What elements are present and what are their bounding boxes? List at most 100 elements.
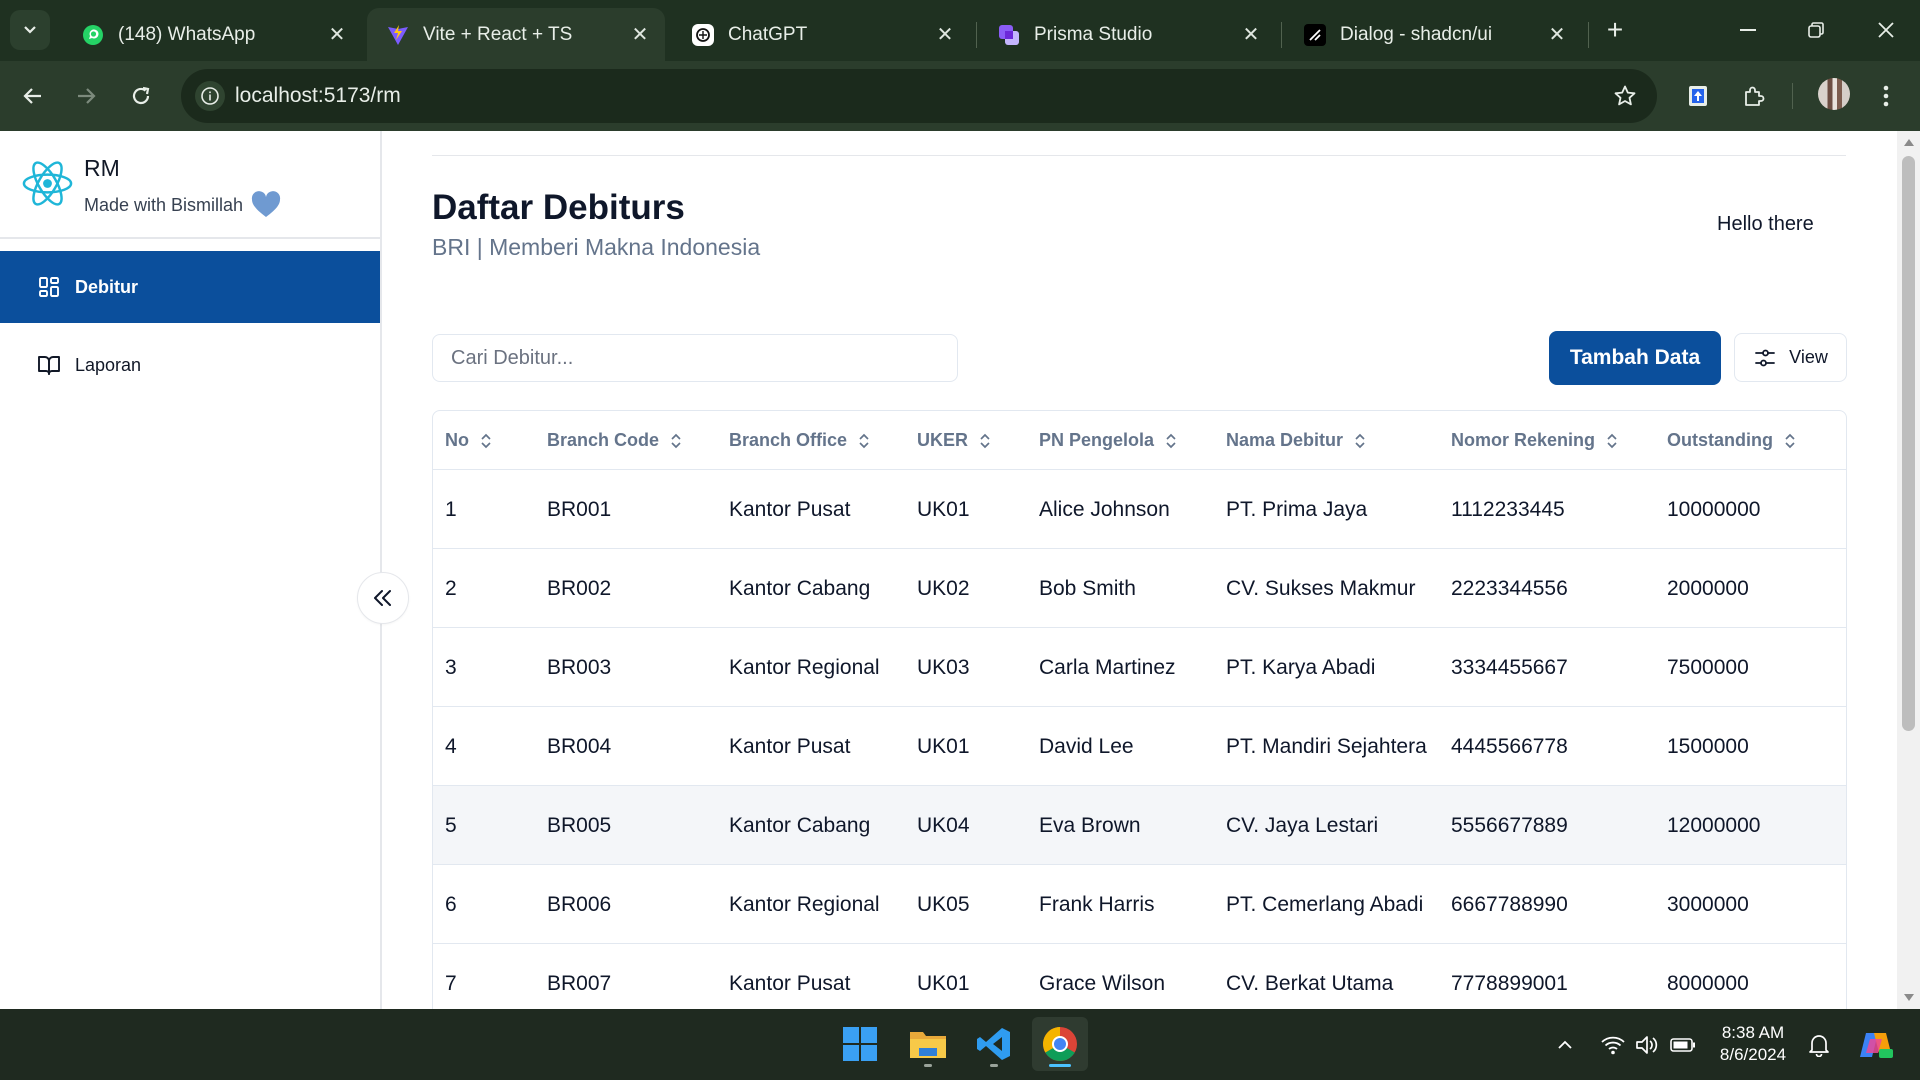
close-tab-icon[interactable]: ✕ xyxy=(1240,24,1262,46)
app-tagline: Made with Bismillah xyxy=(84,191,281,219)
browser-tab-shadcn[interactable]: Dialog - shadcn/ui ✕ xyxy=(1284,8,1582,61)
active-indicator xyxy=(1049,1064,1071,1067)
sort-icon xyxy=(980,433,990,448)
sort-icon xyxy=(1607,433,1617,448)
extension-upload-icon[interactable] xyxy=(1680,78,1716,114)
battery-icon[interactable] xyxy=(1670,1032,1696,1058)
forward-button[interactable] xyxy=(68,78,104,114)
taskbar-file-explorer[interactable] xyxy=(900,1017,956,1071)
reload-button[interactable] xyxy=(123,78,159,114)
sidebar-item-laporan[interactable]: Laporan xyxy=(0,329,380,401)
table-header: No Branch Code Branch Office UKER PN Pen… xyxy=(433,411,1846,470)
cell-uker: UK02 xyxy=(917,576,970,600)
arrow-left-icon xyxy=(23,88,41,104)
cell-outstanding: 3000000 xyxy=(1667,892,1749,916)
browser-tab-prisma[interactable]: Prisma Studio ✕ xyxy=(978,8,1276,61)
tab-search-button[interactable] xyxy=(10,10,50,50)
close-tab-icon[interactable]: ✕ xyxy=(629,24,651,46)
cell-branch-office: Kantor Pusat xyxy=(729,734,851,758)
column-header-outstanding[interactable]: Outstanding xyxy=(1667,411,1797,470)
taskbar-vscode[interactable] xyxy=(966,1017,1022,1071)
restore-button[interactable] xyxy=(1796,12,1836,48)
add-data-button[interactable]: Tambah Data xyxy=(1549,331,1721,385)
browser-tab-vite[interactable]: Vite + React + TS ✕ xyxy=(367,8,665,61)
column-header-branch-code[interactable]: Branch Code xyxy=(547,411,683,470)
vscode-icon xyxy=(977,1028,1010,1060)
scroll-up-icon[interactable] xyxy=(1904,139,1914,146)
column-header-nama-debitur[interactable]: Nama Debitur xyxy=(1226,411,1367,470)
table-row[interactable]: 5 BR005 Kantor Cabang UK04 Eva Brown CV.… xyxy=(433,786,1846,865)
show-hidden-icons-button[interactable] xyxy=(1552,1032,1578,1058)
cell-branch-code: BR001 xyxy=(547,497,612,521)
taskbar-chrome[interactable] xyxy=(1032,1017,1088,1071)
restore-icon xyxy=(1808,22,1824,38)
close-tab-icon[interactable]: ✕ xyxy=(1546,24,1568,46)
header-divider xyxy=(432,155,1846,156)
address-bar[interactable]: localhost:5173/rm xyxy=(181,69,1657,123)
table-row[interactable]: 6 BR006 Kantor Regional UK05 Frank Harri… xyxy=(433,865,1846,944)
copilot-icon[interactable] xyxy=(1856,1027,1896,1063)
back-button[interactable] xyxy=(15,78,51,114)
cell-uker: UK01 xyxy=(917,971,970,995)
new-tab-button[interactable]: + xyxy=(1600,14,1630,45)
minimize-button[interactable] xyxy=(1728,12,1768,48)
table-row[interactable]: 1 BR001 Kantor Pusat UK01 Alice Johnson … xyxy=(433,470,1846,549)
cell-nomor-rekening: 4445566778 xyxy=(1451,734,1568,758)
browser-tab-chatgpt[interactable]: ChatGPT ✕ xyxy=(672,8,970,61)
column-header-nomor-rekening[interactable]: Nomor Rekening xyxy=(1451,411,1619,470)
cell-uker: UK01 xyxy=(917,497,970,521)
page-viewport: RM Made with Bismillah Debitur Laporan D… xyxy=(0,131,1897,1009)
browser-tab-whatsapp[interactable]: (148) WhatsApp ✕ xyxy=(62,8,362,61)
clock-date: 8/6/2024 xyxy=(1719,1045,1787,1064)
bookmark-star-icon[interactable] xyxy=(1611,82,1639,110)
site-info-icon[interactable] xyxy=(195,81,225,111)
column-header-pn-pengelola[interactable]: PN Pengelola xyxy=(1039,411,1178,470)
page-title: Daftar Debiturs xyxy=(432,188,685,227)
page-scrollbar[interactable] xyxy=(1897,131,1920,1009)
tab-title: (148) WhatsApp xyxy=(118,23,256,45)
close-window-button[interactable] xyxy=(1866,12,1906,48)
table-row[interactable]: 3 BR003 Kantor Regional UK03 Carla Marti… xyxy=(433,628,1846,707)
table-row[interactable]: 4 BR004 Kantor Pusat UK01 David Lee PT. … xyxy=(433,707,1846,786)
dashboard-grid-icon xyxy=(37,275,61,299)
table-row[interactable]: 7 BR007 Kantor Pusat UK01 Grace Wilson C… xyxy=(433,944,1846,1009)
cell-outstanding: 7500000 xyxy=(1667,655,1749,679)
profile-avatar[interactable] xyxy=(1818,78,1850,110)
cell-branch-code: BR002 xyxy=(547,576,612,600)
start-button[interactable] xyxy=(832,1017,888,1071)
cell-branch-office: Kantor Pusat xyxy=(729,971,851,995)
volume-icon[interactable] xyxy=(1634,1032,1660,1058)
column-label: No xyxy=(445,430,469,450)
arrow-right-icon xyxy=(78,88,96,104)
wifi-icon[interactable] xyxy=(1600,1032,1626,1058)
tab-separator xyxy=(1588,22,1589,48)
column-header-branch-office[interactable]: Branch Office xyxy=(729,411,871,470)
system-clock[interactable]: 8:38 AM 8/6/2024 xyxy=(1708,1022,1798,1066)
cell-pn-pengelola: Grace Wilson xyxy=(1039,971,1166,995)
running-indicator xyxy=(990,1064,998,1067)
extensions-puzzle-icon[interactable] xyxy=(1736,78,1772,114)
scroll-down-icon[interactable] xyxy=(1904,994,1914,1001)
close-tab-icon[interactable]: ✕ xyxy=(934,24,956,46)
browser-menu-icon[interactable] xyxy=(1868,78,1904,114)
table-row[interactable]: 2 BR002 Kantor Cabang UK02 Bob Smith CV.… xyxy=(433,549,1846,628)
tagline-text: Made with Bismillah xyxy=(84,194,244,215)
search-input[interactable] xyxy=(432,334,958,382)
close-tab-icon[interactable]: ✕ xyxy=(326,24,348,46)
cell-branch-code: BR005 xyxy=(547,813,612,837)
scrollbar-thumb[interactable] xyxy=(1902,156,1915,731)
chrome-icon xyxy=(1043,1027,1077,1061)
cell-branch-office: Kantor Cabang xyxy=(729,576,871,600)
view-options-button[interactable]: View xyxy=(1734,333,1847,382)
notifications-bell-icon[interactable] xyxy=(1806,1032,1832,1058)
cell-no: 7 xyxy=(445,971,457,995)
cell-pn-pengelola: Frank Harris xyxy=(1039,892,1155,916)
heart-icon xyxy=(251,191,281,217)
cell-uker: UK01 xyxy=(917,734,970,758)
column-header-no[interactable]: No xyxy=(445,411,493,470)
url-text: localhost:5173/rm xyxy=(235,84,401,107)
column-header-uker[interactable]: UKER xyxy=(917,411,992,470)
react-logo-icon xyxy=(22,161,73,206)
collapse-sidebar-button[interactable] xyxy=(357,572,409,624)
sidebar-item-debitur[interactable]: Debitur xyxy=(0,251,380,323)
